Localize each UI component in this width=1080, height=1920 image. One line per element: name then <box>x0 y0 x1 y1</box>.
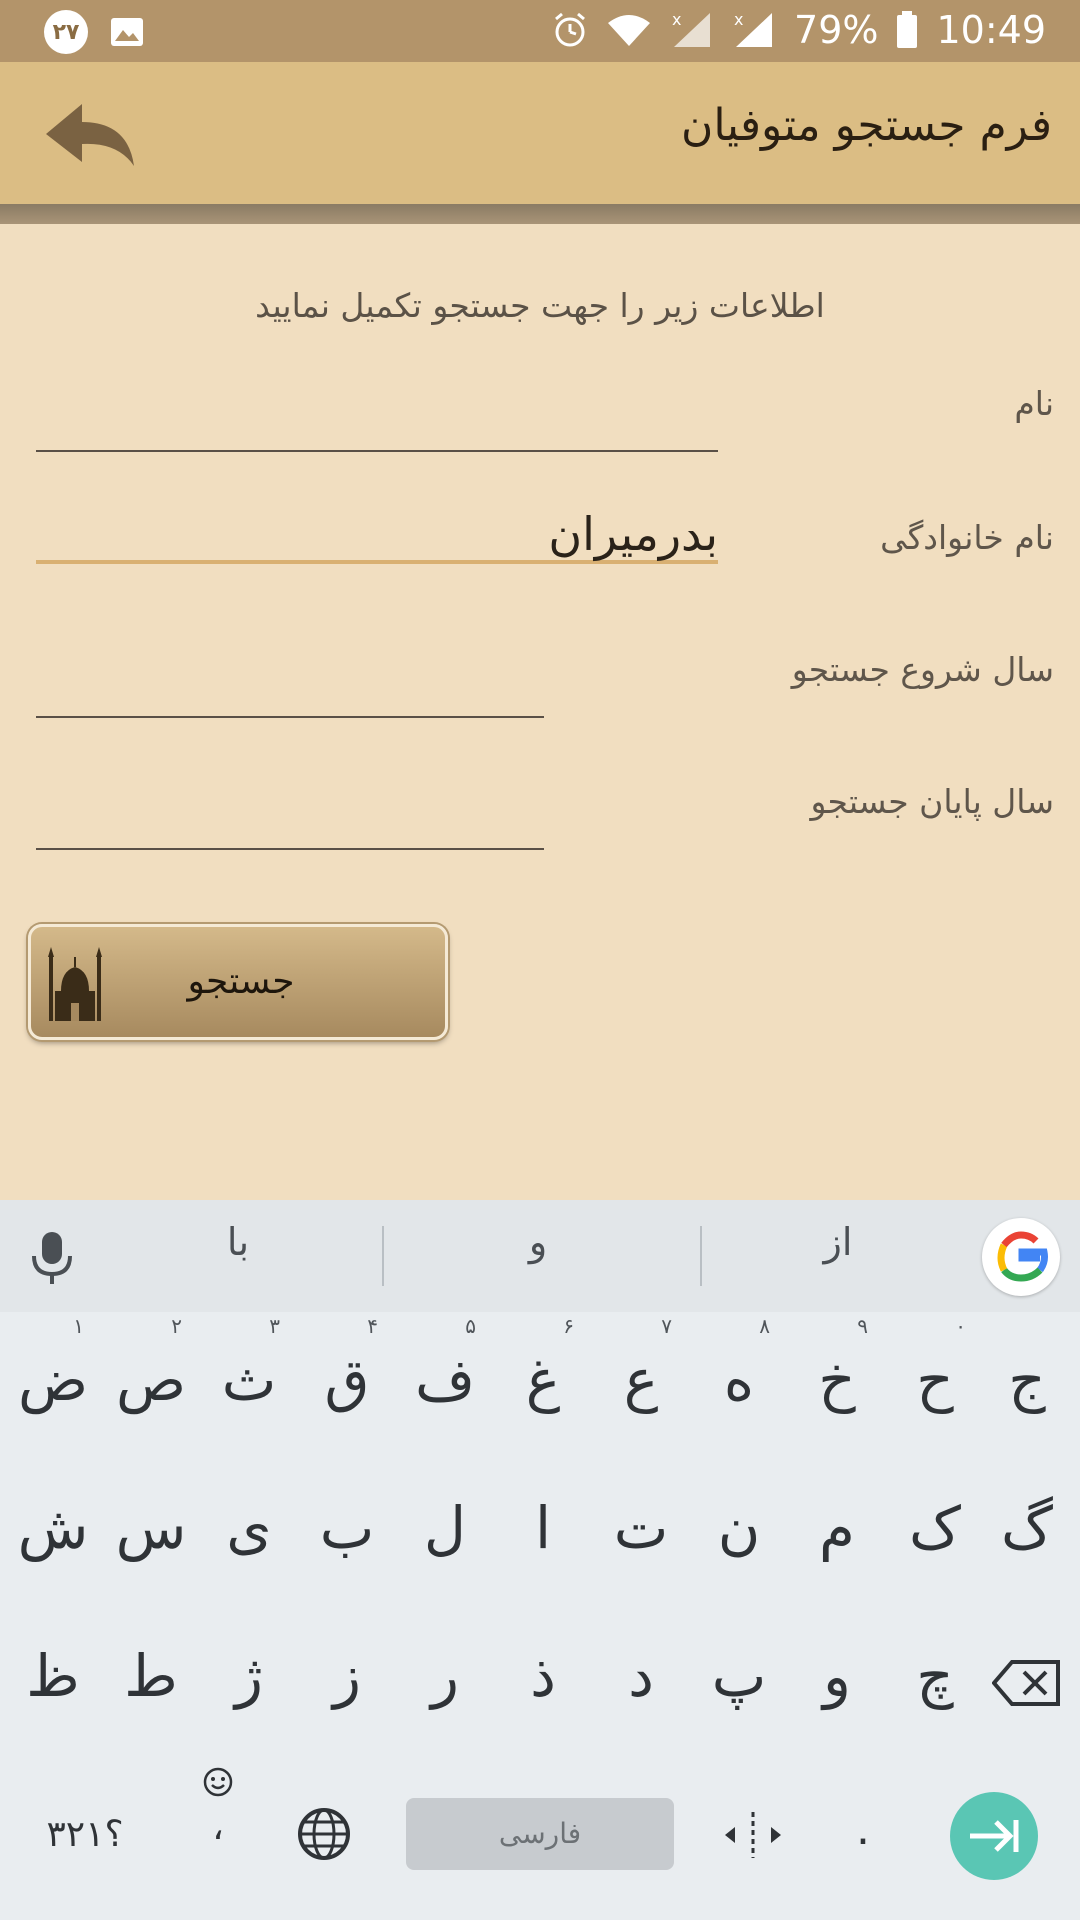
key[interactable]: ی <box>200 1476 298 1596</box>
last-name-label: نام خانوادگی <box>880 518 1054 557</box>
key[interactable]: ۹خ <box>788 1314 886 1448</box>
back-arrow-icon <box>46 104 134 166</box>
last-name-field[interactable]: بدرمیران <box>36 504 718 564</box>
key[interactable]: ۴ق <box>298 1314 396 1448</box>
comma-label: ، <box>212 1807 224 1848</box>
globe-icon <box>298 1808 350 1860</box>
key[interactable]: ل <box>396 1476 494 1596</box>
svg-text:x: x <box>734 11 743 29</box>
back-button[interactable] <box>40 100 140 170</box>
key[interactable]: ذ <box>494 1624 592 1744</box>
key[interactable]: ن <box>690 1476 788 1596</box>
key[interactable]: ر <box>396 1624 494 1744</box>
backspace-key[interactable] <box>978 1624 1076 1744</box>
first-name-field[interactable] <box>36 392 718 452</box>
space-key[interactable]: فارسی <box>406 1798 674 1870</box>
key[interactable]: ج <box>978 1328 1076 1448</box>
suggestion-1[interactable]: با <box>138 1220 338 1264</box>
key[interactable]: ا <box>494 1476 592 1596</box>
next-field-icon <box>970 1820 1019 1852</box>
status-right: x x 79% 10:49 <box>552 8 1046 52</box>
enter-key[interactable] <box>950 1792 1038 1880</box>
emoji-icon <box>203 1767 233 1797</box>
period-key[interactable]: . <box>838 1804 888 1855</box>
key[interactable]: م <box>788 1476 886 1596</box>
key[interactable]: ش <box>4 1476 102 1596</box>
image-icon <box>111 18 143 46</box>
key[interactable]: د <box>592 1624 690 1744</box>
suggestion-divider <box>382 1226 384 1286</box>
app-bar: فرم جستجو متوفیان <box>0 62 1080 204</box>
key[interactable]: ۶غ <box>494 1314 592 1448</box>
key[interactable]: ۱ض <box>4 1314 102 1448</box>
key[interactable]: ک <box>886 1476 984 1596</box>
key[interactable]: ۷ع <box>592 1314 690 1448</box>
end-year-field[interactable] <box>36 790 544 850</box>
start-year-label: سال شروع جستجو <box>791 650 1054 689</box>
language-key[interactable] <box>296 1806 352 1871</box>
key[interactable]: گ <box>978 1476 1076 1596</box>
key[interactable]: و <box>788 1624 886 1744</box>
emoji-comma-key[interactable]: ، <box>188 1766 248 1848</box>
clock: 10:49 <box>936 8 1046 52</box>
notification-badge: ۲۷ <box>44 10 88 54</box>
keyboard: با و از ۱ض ۲ص ۳ث ۴ق ۵ف ۶غ ۷ع ۸ه ۹خ ۰ح ج … <box>0 1200 1080 1920</box>
status-left: ۲۷ <box>44 10 144 54</box>
search-button-label: جستجو <box>187 961 295 1002</box>
symbols-key[interactable]: ؟۳۲۱ <box>30 1814 140 1855</box>
key[interactable]: ۵ف <box>396 1314 494 1448</box>
suggestion-divider <box>700 1226 702 1286</box>
signal-icon: x <box>734 11 773 47</box>
cursor-arrows-icon <box>725 1812 781 1858</box>
key[interactable]: ۰ح <box>886 1314 984 1448</box>
key[interactable]: ز <box>298 1624 396 1744</box>
wifi-icon <box>608 15 651 46</box>
key[interactable]: چ <box>886 1624 984 1744</box>
cursor-move-key[interactable] <box>718 1810 788 1869</box>
start-year-field[interactable] <box>36 658 544 718</box>
key[interactable]: ژ <box>200 1624 298 1744</box>
key[interactable]: ط <box>102 1624 200 1744</box>
status-bar: ۲۷ x x 79% 10:49 <box>0 0 1080 62</box>
backspace-icon <box>991 1660 1060 1706</box>
key[interactable]: س <box>102 1476 200 1596</box>
suggestion-2[interactable]: و <box>438 1220 638 1264</box>
svg-text:x: x <box>672 11 681 29</box>
key[interactable]: ت <box>592 1476 690 1596</box>
page-title: فرم جستجو متوفیان <box>681 100 1052 151</box>
suggestion-bar: با و از <box>0 1200 1080 1312</box>
search-button[interactable]: جستجو <box>28 924 448 1040</box>
app-bar-divider <box>0 204 1080 224</box>
key[interactable]: ب <box>298 1476 396 1596</box>
microphone-icon[interactable] <box>30 1230 74 1286</box>
google-icon[interactable] <box>982 1218 1060 1296</box>
signal-icon: x <box>672 11 711 47</box>
key[interactable]: پ <box>690 1624 788 1744</box>
key[interactable]: ۸ه <box>690 1314 788 1448</box>
search-form: اطلاعات زیر را جهت جستجو تکمیل نمایید نا… <box>0 224 1080 1200</box>
battery-icon <box>897 11 918 48</box>
first-name-label: نام <box>1014 384 1054 423</box>
suggestion-3[interactable]: از <box>738 1220 938 1264</box>
key[interactable]: ظ <box>4 1624 102 1744</box>
alarm-icon <box>555 12 585 47</box>
form-instructions: اطلاعات زیر را جهت جستجو تکمیل نمایید <box>255 286 825 325</box>
key[interactable]: ۳ث <box>200 1314 298 1448</box>
end-year-label: سال پایان جستجو <box>810 782 1054 821</box>
key[interactable]: ۲ص <box>102 1314 200 1448</box>
battery-percent: 79% <box>794 8 879 52</box>
